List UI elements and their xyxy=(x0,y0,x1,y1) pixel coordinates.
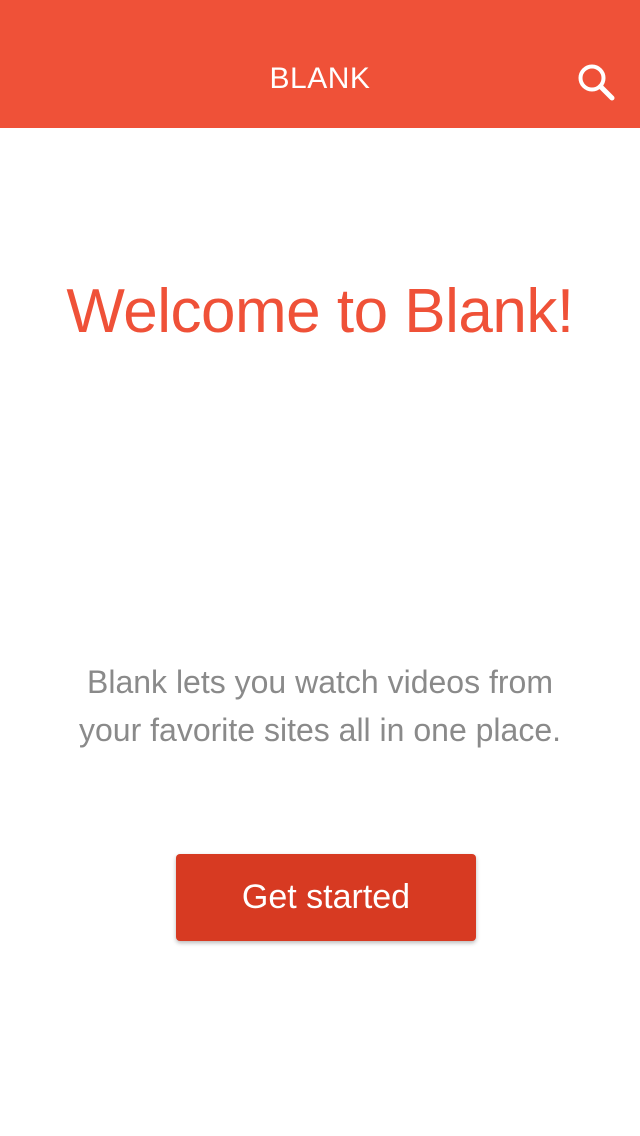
app-title: BLANK xyxy=(269,62,371,95)
description-text: Blank lets you watch videos from your fa… xyxy=(40,658,600,754)
get-started-button[interactable]: Get started xyxy=(176,854,476,941)
app-bar: BLANK xyxy=(0,0,640,128)
welcome-heading: Welcome to Blank! xyxy=(66,277,574,346)
search-button[interactable] xyxy=(568,56,624,108)
description-line-1: Blank lets you watch videos from xyxy=(87,664,553,700)
app-title-container: BLANK xyxy=(0,0,640,128)
search-icon xyxy=(578,64,615,101)
welcome-screen: BLANK Welcome to Blank! Blank lets you w… xyxy=(0,0,640,1136)
description-line-2: your favorite sites all in one place. xyxy=(78,712,562,748)
